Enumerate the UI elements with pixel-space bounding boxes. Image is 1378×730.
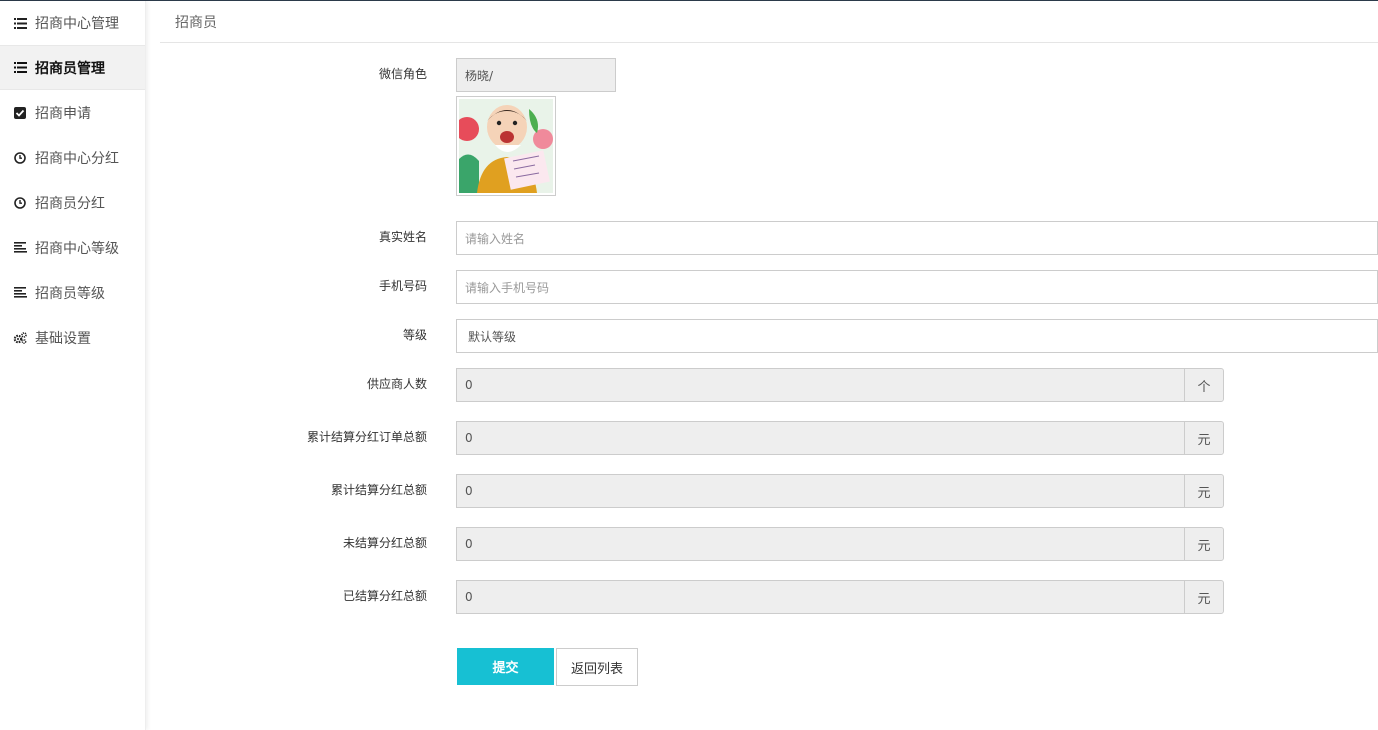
sidebar-item-settings[interactable]: 基础设置 <box>0 315 145 360</box>
order-total-label: 累计结算分红订单总额 <box>306 430 427 444</box>
sidebar-item-label: 招商员管理 <box>35 60 105 77</box>
bonus-total-label: 累计结算分红总额 <box>330 483 427 497</box>
sidebar-item-label: 招商中心管理 <box>35 16 119 32</box>
sidebar-item-label: 招商中心等级 <box>35 240 119 257</box>
bonus-total-field[interactable]: 0 <box>456 474 1185 508</box>
realname-label: 真实姓名 <box>378 230 427 244</box>
wechat-value: 杨晓/ <box>465 68 494 83</box>
suppliers-label: 供应商人数 <box>366 377 427 391</box>
wechat-field[interactable]: 杨晓/ <box>456 58 616 92</box>
sidebar-item-label: 基础设置 <box>35 330 91 347</box>
clock-icon <box>13 151 27 165</box>
main-content: 招商员 微信角色 杨晓/ 真实姓名 请输入姓名 手机号码 请输入手机号码 等级 … <box>160 1 1378 730</box>
sidebar-item-label: 招商员等级 <box>35 285 105 302</box>
sidebar-item-center-bonus[interactable]: 招商中心分红 <box>0 135 145 180</box>
unsettled-value: 0 <box>465 537 473 551</box>
back-to-list-button[interactable]: 返回列表 <box>556 648 638 686</box>
align-left-icon <box>13 286 27 300</box>
settled-label: 已结算分红总额 <box>342 589 427 603</box>
mobile-placeholder: 请输入手机号码 <box>465 280 550 295</box>
sidebar: 招商中心管理 招商员管理 招商申请 招商中心分红 招商员分红 招商中心等级 招商… <box>0 1 146 730</box>
wechat-label: 微信角色 <box>378 67 427 81</box>
checkbox-icon <box>13 106 27 120</box>
suppliers-unit: 个 <box>1184 368 1224 402</box>
sidebar-item-label: 招商中心分红 <box>35 150 119 167</box>
sidebar-item-label: 招商员分红 <box>35 195 105 212</box>
sidebar-item-center-level[interactable]: 招商中心等级 <box>0 225 145 270</box>
suppliers-value: 0 <box>465 378 473 392</box>
realname-input[interactable]: 请输入姓名 <box>456 221 1378 255</box>
mobile-input[interactable]: 请输入手机号码 <box>456 270 1378 304</box>
bonus-total-unit: 元 <box>1184 474 1224 508</box>
level-select[interactable]: 默认等级 <box>456 319 1378 353</box>
sidebar-item-apply[interactable]: 招商申请 <box>0 90 145 135</box>
settled-unit: 元 <box>1184 580 1224 614</box>
page-title: 招商员 <box>160 1 1378 43</box>
order-total-unit: 元 <box>1184 421 1224 455</box>
sidebar-item-center-manage[interactable]: 招商中心管理 <box>0 1 145 45</box>
submit-button[interactable]: 提交 <box>457 648 554 685</box>
sidebar-item-agent-bonus[interactable]: 招商员分红 <box>0 180 145 225</box>
clock-icon <box>13 196 27 210</box>
avatar <box>455 96 556 196</box>
settled-field[interactable]: 0 <box>456 580 1185 614</box>
list-icon <box>13 16 27 30</box>
sidebar-item-agent-level[interactable]: 招商员等级 <box>0 270 145 315</box>
unsettled-unit: 元 <box>1184 527 1224 561</box>
order-total-field[interactable]: 0 <box>456 421 1185 455</box>
realname-placeholder: 请输入姓名 <box>465 231 526 246</box>
sidebar-item-label: 招商申请 <box>35 105 91 122</box>
order-total-value: 0 <box>465 431 473 445</box>
level-value: 默认等级 <box>468 329 517 344</box>
suppliers-field[interactable]: 0 <box>456 368 1185 402</box>
unsettled-label: 未结算分红总额 <box>342 536 427 550</box>
settled-value: 0 <box>465 590 473 604</box>
gears-icon <box>13 331 27 345</box>
unsettled-field[interactable]: 0 <box>456 527 1185 561</box>
bonus-total-value: 0 <box>465 484 473 498</box>
sidebar-item-agent-manage[interactable]: 招商员管理 <box>0 45 145 90</box>
mobile-label: 手机号码 <box>378 279 427 293</box>
align-left-icon <box>13 241 27 255</box>
list-icon <box>13 61 27 75</box>
level-label: 等级 <box>402 328 427 342</box>
